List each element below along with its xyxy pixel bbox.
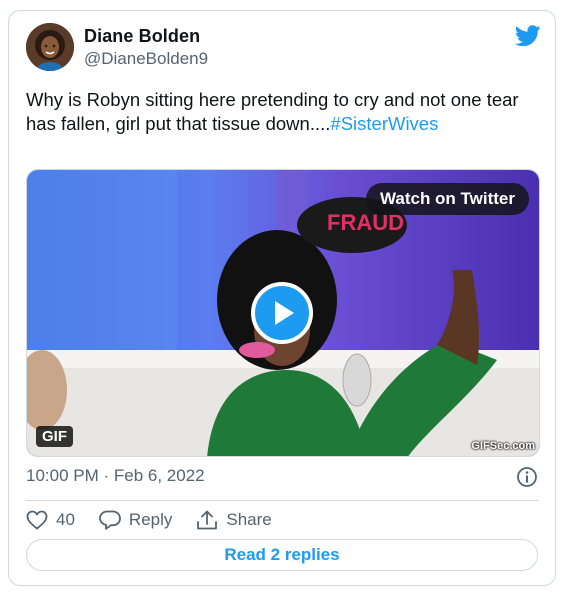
info-icon[interactable] bbox=[516, 466, 538, 488]
play-icon bbox=[275, 301, 294, 325]
hashtag-link[interactable]: #SisterWives bbox=[330, 113, 438, 134]
tweet-text: Why is Robyn sitting here pretending to … bbox=[26, 88, 546, 136]
share-label: Share bbox=[226, 510, 272, 529]
author-avatar[interactable] bbox=[26, 23, 74, 71]
author-handle[interactable]: @DianeBolden9 bbox=[84, 49, 208, 69]
author-name[interactable]: Diane Bolden bbox=[84, 26, 200, 47]
gif-badge: GIF bbox=[36, 426, 73, 447]
tweet-body: Why is Robyn sitting here pretending to … bbox=[26, 89, 519, 134]
gif-watermark: GIFSec.com bbox=[471, 440, 535, 452]
watch-on-twitter-button[interactable]: Watch on Twitter bbox=[365, 183, 529, 215]
action-bar: 40 Reply Share bbox=[26, 508, 296, 532]
tweet-media-gif[interactable]: FRAUD Watch on Twitter GIF GIFSec.com bbox=[26, 169, 540, 457]
tweet-timestamp[interactable]: 10:00 PM · Feb 6, 2022 bbox=[26, 466, 205, 486]
tweet-card[interactable]: Diane Bolden @DianeBolden9 Why is Robyn … bbox=[8, 10, 556, 586]
share-icon bbox=[197, 510, 218, 530]
read-replies-button[interactable]: Read 2 replies bbox=[26, 539, 538, 571]
like-button[interactable]: 40 bbox=[26, 510, 75, 530]
reply-label: Reply bbox=[128, 510, 173, 529]
like-count: 40 bbox=[56, 510, 75, 529]
divider bbox=[26, 500, 538, 501]
heart-icon bbox=[26, 510, 48, 530]
reply-button[interactable]: Reply bbox=[99, 510, 172, 530]
share-button[interactable]: Share bbox=[196, 510, 272, 530]
reply-icon bbox=[99, 510, 121, 530]
twitter-logo-icon[interactable] bbox=[515, 25, 541, 47]
play-button[interactable] bbox=[251, 282, 313, 344]
